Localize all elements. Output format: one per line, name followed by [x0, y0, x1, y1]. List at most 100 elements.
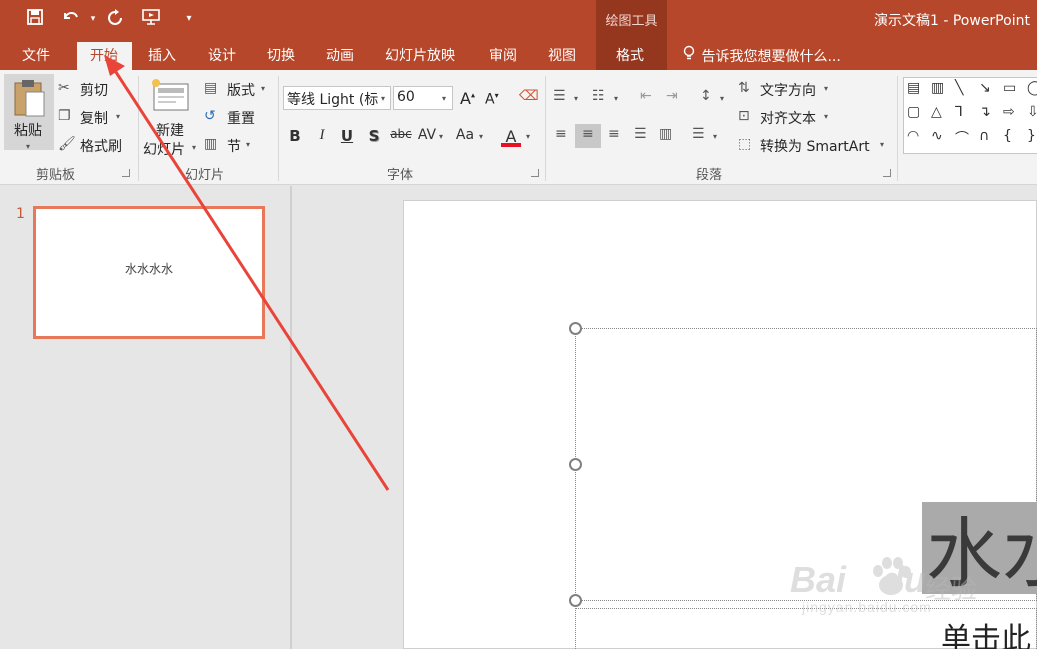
down-arrow-shape-icon[interactable]: ⇩ [1027, 104, 1037, 120]
undo-dropdown-icon[interactable]: ▾ [82, 8, 104, 30]
panel-splitter[interactable] [290, 186, 292, 649]
elbow-arrow-shape-icon[interactable]: ↴ [979, 104, 991, 120]
character-spacing-dropdown-icon[interactable]: ▾ [439, 132, 443, 141]
smartart-dropdown-icon[interactable]: ▾ [880, 140, 884, 149]
paste-dropdown-icon[interactable]: ▾ [26, 142, 30, 151]
line-spacing-icon[interactable]: ↕ [700, 88, 712, 104]
align-distributed-icon[interactable]: ☰ [692, 126, 705, 142]
new-slide-label[interactable]: 新建 [156, 120, 184, 140]
left-brace-shape-icon[interactable]: { [1003, 128, 1012, 144]
smartart-icon: ⬚ [738, 136, 752, 152]
arc-shape-icon[interactable]: ⌒ [955, 128, 969, 148]
columns-icon[interactable]: ▥ [659, 126, 672, 142]
align-left-icon[interactable]: ≡ [555, 126, 567, 142]
decrease-font-size-icon[interactable]: A▾ [485, 91, 499, 108]
repeat-icon[interactable] [104, 8, 126, 30]
oval-shape-icon[interactable]: ◯ [1027, 80, 1037, 96]
tab-slideshow[interactable]: 幻灯片放映 [385, 45, 455, 65]
new-slide-icon [150, 78, 192, 118]
tab-view[interactable]: 视图 [548, 45, 576, 65]
paste-icon [12, 78, 46, 122]
shapes-gallery[interactable] [903, 77, 1037, 154]
tab-file[interactable]: 文件 [22, 45, 50, 65]
paragraph-launcher-icon[interactable] [883, 169, 891, 177]
increase-font-size-icon[interactable]: A▴ [460, 89, 475, 108]
font-color-dropdown-icon[interactable]: ▾ [526, 132, 530, 141]
arrow-line-shape-icon[interactable]: ↘ [979, 80, 991, 96]
section-dropdown-icon[interactable]: ▾ [246, 140, 250, 149]
resize-handle-top-left[interactable] [569, 322, 582, 335]
strikethrough-button[interactable]: abc [390, 127, 412, 141]
new-slide-dropdown-icon[interactable]: ▾ [192, 143, 196, 152]
undo-icon[interactable] [60, 8, 82, 30]
reset-icon: ↺ [204, 108, 216, 124]
resize-handle-middle-left[interactable] [569, 458, 582, 471]
character-spacing-button[interactable]: AV [416, 127, 438, 143]
justify-icon[interactable]: ☰ [634, 126, 647, 142]
text-direction-dropdown-icon[interactable]: ▾ [824, 84, 828, 93]
triangle-shape-icon[interactable]: △ [931, 104, 942, 120]
tab-transitions[interactable]: 切换 [267, 45, 295, 65]
resize-handle-bottom-left[interactable] [569, 594, 582, 607]
tab-design[interactable]: 设计 [208, 45, 236, 65]
vertical-textbox-shape-icon[interactable]: ▥ [931, 80, 944, 96]
section-button[interactable]: 节 [227, 136, 241, 156]
reset-button[interactable]: 重置 [227, 108, 255, 128]
slide-thumbnail[interactable]: 水水水水 [33, 206, 265, 339]
new-slide-label-2[interactable]: 幻灯片 [143, 139, 185, 159]
font-launcher-icon[interactable] [531, 169, 539, 177]
curve-shape-icon[interactable]: ∩ [979, 128, 989, 144]
font-size-dropdown-icon[interactable]: ▾ [442, 94, 446, 103]
copy-dropdown-icon[interactable]: ▾ [116, 112, 120, 121]
save-icon[interactable] [24, 8, 46, 30]
start-slideshow-icon[interactable] [140, 8, 162, 30]
numbering-dropdown-icon[interactable]: ▾ [614, 94, 618, 103]
copy-button[interactable]: 复制 [80, 108, 108, 128]
underline-button[interactable]: U [338, 127, 356, 145]
clear-formatting-icon[interactable]: ⌫ [519, 88, 539, 104]
customize-qat-icon[interactable]: ▾ [178, 8, 200, 30]
elbow-connector-shape-icon[interactable]: ⅂ [955, 104, 963, 120]
text-shadow-button[interactable]: S [365, 127, 383, 145]
freeform-shape-icon[interactable]: ◠ [907, 128, 919, 144]
change-case-button[interactable]: Aa [454, 127, 476, 143]
font-name-value: 等线 Light (标 [287, 92, 379, 108]
tab-review[interactable]: 审阅 [489, 45, 517, 65]
line-spacing-dropdown-icon[interactable]: ▾ [720, 94, 724, 103]
align-center-icon[interactable]: ≡ [582, 126, 594, 142]
line-shape-icon[interactable]: ╲ [955, 80, 963, 96]
align-text-dropdown-icon[interactable]: ▾ [824, 112, 828, 121]
tell-me-search[interactable]: 告诉我您想要做什么... [683, 45, 841, 66]
clipboard-launcher-icon[interactable] [122, 169, 130, 177]
tab-animations[interactable]: 动画 [326, 45, 354, 65]
cut-button[interactable]: 剪切 [80, 80, 108, 100]
rectangle-shape-icon[interactable]: ▭ [1003, 80, 1016, 96]
textbox-shape-icon[interactable]: ▤ [907, 80, 920, 96]
format-painter-button[interactable]: 格式刷 [80, 136, 122, 156]
layout-button[interactable]: 版式 [227, 80, 255, 100]
font-name-combobox[interactable]: 等线 Light (标 [283, 86, 391, 110]
bold-button[interactable]: B [286, 127, 304, 145]
font-name-dropdown-icon[interactable]: ▾ [381, 94, 385, 103]
scribble-shape-icon[interactable]: ∿ [931, 128, 943, 144]
numbering-icon[interactable]: ☷ [592, 88, 605, 104]
tab-insert[interactable]: 插入 [148, 45, 176, 65]
smartart-button[interactable]: 转换为 SmartArt [760, 136, 870, 156]
right-arrow-shape-icon[interactable]: ⇨ [1003, 104, 1015, 120]
increase-indent-icon[interactable]: ⇥ [666, 88, 678, 104]
align-dropdown-icon[interactable]: ▾ [713, 132, 717, 141]
tab-home[interactable]: 开始 [90, 45, 118, 65]
tab-format[interactable]: 格式 [616, 45, 644, 65]
align-right-icon[interactable]: ≡ [608, 126, 620, 142]
align-text-button[interactable]: 对齐文本 [760, 108, 816, 128]
rounded-rectangle-shape-icon[interactable]: ▢ [907, 104, 920, 120]
slide-thumbnail-text: 水水水水 [124, 262, 173, 276]
italic-button[interactable]: I [313, 127, 331, 144]
bullets-icon[interactable]: ☰ [553, 88, 566, 104]
text-direction-button[interactable]: 文字方向 [760, 80, 816, 100]
decrease-indent-icon[interactable]: ⇤ [640, 88, 652, 104]
right-brace-shape-icon[interactable]: } [1027, 128, 1036, 144]
bullets-dropdown-icon[interactable]: ▾ [574, 94, 578, 103]
layout-dropdown-icon[interactable]: ▾ [261, 84, 265, 93]
change-case-dropdown-icon[interactable]: ▾ [479, 132, 483, 141]
